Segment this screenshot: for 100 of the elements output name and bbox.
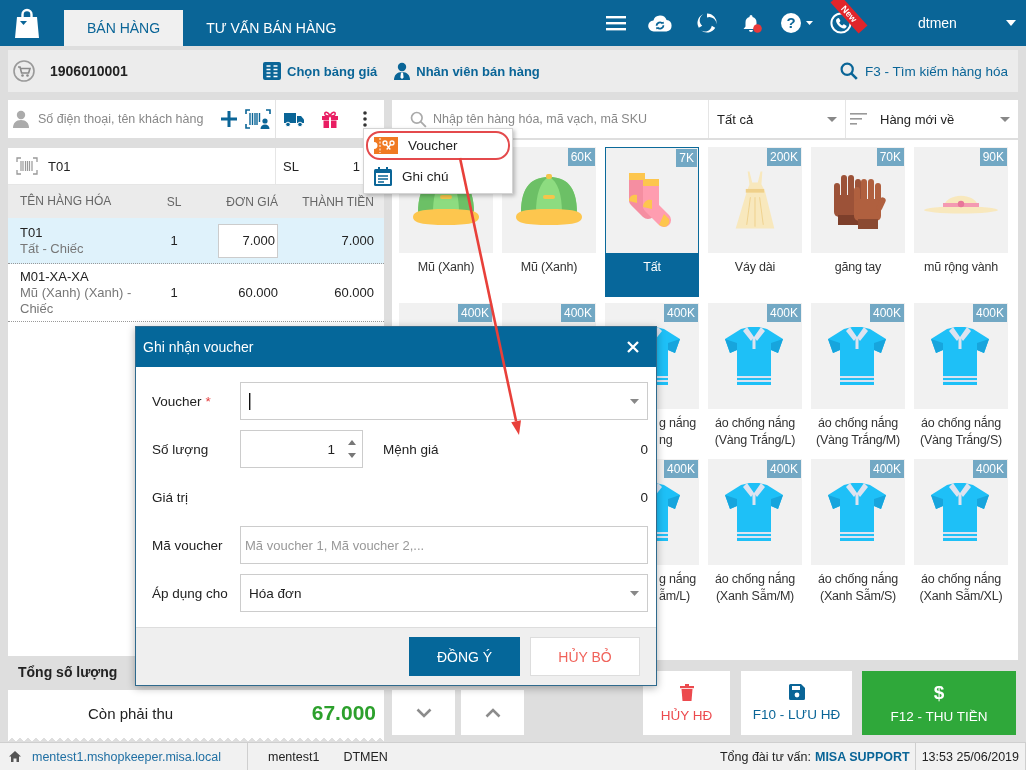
barcode-person-icon[interactable]: [245, 109, 271, 129]
total-quantity-label: Tổng số lượng: [18, 664, 118, 680]
trash-icon: [679, 683, 694, 701]
dropdown-field[interactable]: Hóa đơn: [240, 574, 648, 612]
product-name: Váy dài: [733, 259, 777, 276]
host-link[interactable]: mentest1.mshopkeeper.misa.local: [32, 749, 221, 764]
price-list-icon: [263, 62, 281, 80]
item-description: Mũ (Xanh) (Xanh) - Chiếc: [20, 285, 133, 317]
product-name: g nắng ng: [659, 414, 698, 449]
cap-icon: [514, 173, 584, 227]
price-list-button[interactable]: Chọn bảng giá: [263, 62, 378, 80]
menu-item[interactable]: Voucher: [366, 131, 510, 160]
product-name: Mũ (Xanh): [519, 259, 579, 276]
truck-icon[interactable]: [284, 111, 304, 127]
column-header: SL: [165, 194, 183, 209]
text-cursor-icon: [249, 392, 251, 410]
field-label: Áp dụng cho: [152, 585, 228, 601]
dialog-button[interactable]: HỦY BỎ: [530, 637, 640, 676]
product-name: áo chống nắng (Vàng Trắng/M): [814, 414, 901, 449]
action-button[interactable]: HỦY HĐ: [643, 671, 730, 735]
search-icon: [410, 110, 427, 128]
price-badge: 400K: [457, 304, 492, 322]
caret-icon[interactable]: [1006, 20, 1016, 26]
price-badge: 400K: [663, 460, 698, 478]
item-description: Tất - Chiếc: [20, 241, 85, 257]
dialog-button[interactable]: ĐỒNG Ý: [409, 637, 520, 676]
quantity-value: 1: [352, 158, 360, 174]
product-search-field[interactable]: Nhập tên hàng hóa, mã vạch, mã SKU: [433, 112, 708, 126]
caret-icon: [1000, 116, 1010, 122]
action-button[interactable]: $ F12 - THU TIỀN: [862, 671, 1016, 735]
note-icon: [374, 167, 392, 186]
spin-down-icon[interactable]: [348, 453, 356, 458]
caret-icon: [827, 116, 837, 122]
field-label: Số lượng: [152, 441, 209, 457]
gift-icon[interactable]: [321, 110, 339, 128]
price-badge: 400K: [869, 304, 904, 322]
field-value: 0: [640, 489, 648, 505]
tab[interactable]: BÁN HÀNG: [64, 10, 184, 46]
hotline-link[interactable]: MISA SUPPORT: [815, 749, 910, 764]
order-row[interactable]: T01 Tất - Chiếc 1 7.000 7.000: [8, 218, 384, 264]
field-label: Voucher: [152, 393, 202, 409]
product-name: g nắng ẫm/L): [659, 570, 698, 605]
caret-icon[interactable]: [806, 21, 813, 25]
price-badge: 90K: [979, 148, 1007, 166]
cloud-sync-icon[interactable]: [648, 14, 672, 32]
price-badge: 400K: [869, 460, 904, 478]
field-label: Mệnh giá: [383, 441, 439, 457]
menu-icon[interactable]: [606, 15, 626, 31]
quantity-label: SL: [283, 158, 299, 174]
order-row[interactable]: M01-XA-XA Mũ (Xanh) (Xanh) - Chiếc 1 60.000 60.000: [8, 264, 384, 322]
home-icon[interactable]: [9, 751, 21, 762]
column-header: ĐƠN GIÁ: [226, 194, 278, 209]
caret-icon: [630, 590, 639, 596]
dollar-sign: $: [933, 682, 945, 702]
price-badge: 60K: [567, 148, 595, 166]
person-with-tie-icon: [394, 62, 411, 80]
product-search-link[interactable]: F3 - Tìm kiếm hàng hóa: [839, 62, 1008, 80]
dialog-title: Ghi nhận voucher: [143, 339, 254, 355]
staff-button[interactable]: Nhân viên bán hàng: [394, 62, 540, 80]
product-name: mũ rộng vành: [922, 259, 999, 276]
line-total: 7.000: [341, 233, 374, 248]
action-button[interactable]: F10 - LƯU HĐ: [741, 671, 852, 735]
field-value: 0: [640, 441, 648, 457]
column-header: TÊN HÀNG HÓA: [20, 193, 113, 210]
item-code: M01-XA-XA: [20, 268, 90, 285]
price-badge: 400K: [972, 304, 1007, 322]
swirl-logo-icon[interactable]: [696, 12, 718, 34]
barcode-icon: [16, 157, 38, 175]
amount-due: 67.000: [311, 701, 376, 725]
price-badge: 400K: [972, 460, 1007, 478]
caret-icon: [630, 398, 639, 404]
product-name: áo chống nắng (Xanh Sẫm/XL): [918, 570, 1004, 605]
dropdown-field[interactable]: [240, 382, 648, 420]
amount-due-label: Còn phải thu: [88, 704, 174, 722]
chevron-up-icon: [484, 707, 501, 718]
cart-icon: [13, 60, 35, 82]
customer-search-field[interactable]: Số điện thoại, tên khách hàng: [38, 112, 218, 126]
sort-icon: [850, 113, 867, 125]
help-button[interactable]: ?: [781, 13, 801, 33]
price-badge: 400K: [766, 460, 801, 478]
voucher-code-field[interactable]: Mã voucher 1, Mã voucher 2,...: [240, 526, 648, 564]
invoice-number: 1906010001: [50, 63, 128, 79]
price-badge: 400K: [560, 304, 595, 322]
unit-price-field[interactable]: 7.000: [218, 223, 278, 258]
spin-up-icon[interactable]: [348, 440, 356, 445]
quantity-spinner[interactable]: 1: [240, 430, 363, 468]
more-options-icon[interactable]: [363, 111, 367, 127]
close-icon[interactable]: [627, 341, 639, 353]
bell-icon[interactable]: [741, 12, 762, 34]
store-name: DTMEN: [343, 749, 388, 764]
item-quantity: 1: [169, 285, 179, 300]
voucher-ticket-icon: [374, 137, 398, 154]
field-label: Giá trị: [152, 489, 188, 505]
item-quantity: 1: [169, 233, 179, 248]
price-badge: 7K: [676, 149, 697, 167]
user-menu[interactable]: dtmen: [918, 15, 957, 31]
field-label: Mã voucher: [152, 537, 223, 553]
product-name: áo chống nắng (Vàng Trắng/S): [919, 414, 1003, 449]
tab[interactable]: TƯ VẤN BÁN HÀNG: [183, 10, 360, 46]
plus-icon[interactable]: [221, 111, 237, 127]
